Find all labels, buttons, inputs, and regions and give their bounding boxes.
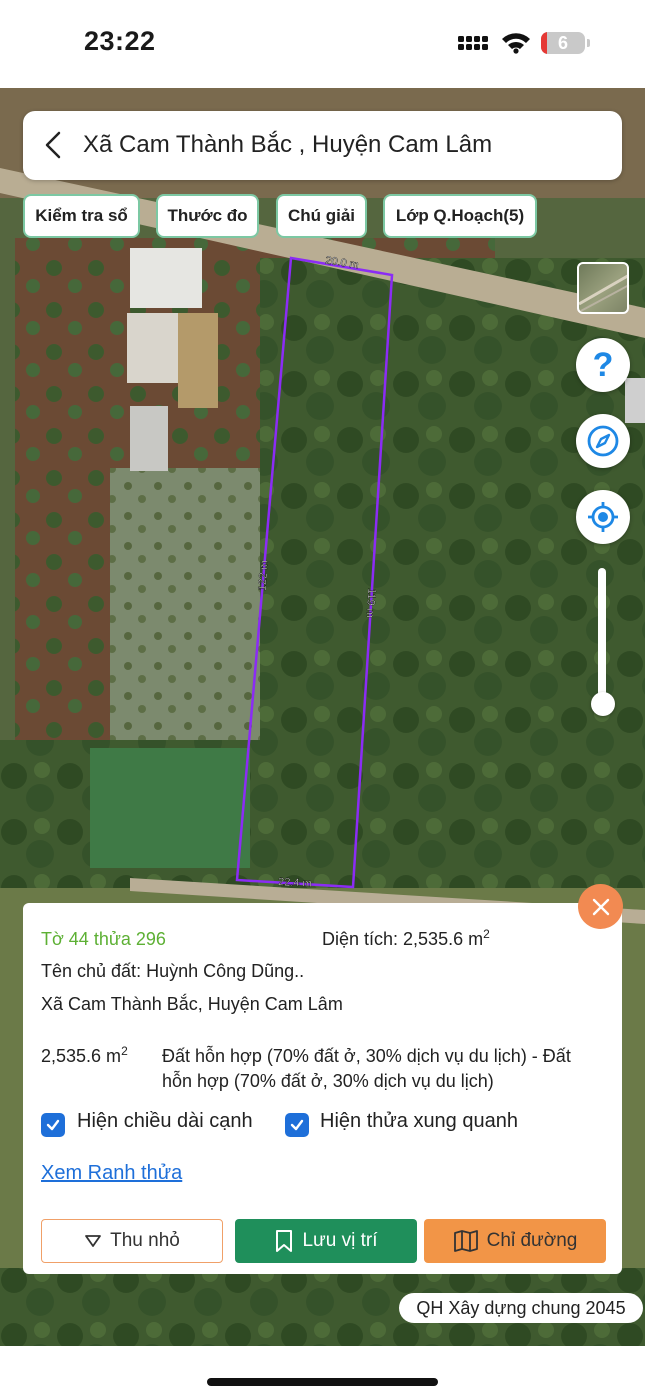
my-location-icon [588, 502, 618, 532]
close-icon [592, 898, 609, 915]
zoom-slider-handle[interactable] [591, 692, 615, 716]
check-title-chip[interactable]: Kiểm tra sổ [23, 194, 140, 238]
home-indicator[interactable] [207, 1378, 438, 1386]
my-location-button[interactable] [576, 490, 630, 544]
status-bar: 23:22 6 [0, 0, 645, 88]
ruler-chip[interactable]: Thước đo [156, 194, 259, 238]
minimize-label: Thu nhỏ [110, 1230, 180, 1251]
save-location-label: Lưu vị trí [302, 1230, 378, 1251]
directions-button[interactable]: Chỉ đường [424, 1219, 606, 1263]
cellular-signal-icon [458, 36, 488, 50]
planning-layer-chip[interactable]: Lớp Q.Hoạch(5) [383, 194, 537, 238]
checkmark-icon [46, 1119, 60, 1131]
help-button[interactable]: ? [576, 338, 630, 392]
show-edge-length-label[interactable]: Hiện chiều dài cạnh [77, 1110, 253, 1133]
parcel-title: Tờ 44 thửa 296 [41, 929, 166, 949]
show-neighbor-parcels-checkbox[interactable] [285, 1113, 309, 1137]
status-time: 23:22 [84, 26, 156, 56]
owner-name: Tên chủ đất: Huỳnh Công Dũng.. [41, 961, 305, 981]
close-card-button[interactable] [578, 884, 623, 929]
wifi-icon [502, 33, 530, 54]
edge-label-bottom: 22.4 m [278, 876, 312, 890]
land-use-area: 2,535.6 m2 [41, 1044, 128, 1066]
map-icon [453, 1230, 478, 1252]
battery-icon: 6 [541, 32, 585, 54]
edge-label-left: 122 m [257, 560, 271, 591]
parcel-location: Xã Cam Thành Bắc, Huyện Cam Lâm [41, 994, 343, 1014]
zoom-slider-track[interactable] [598, 568, 606, 706]
parcel-area: Diện tích: 2,535.6 m2 [322, 927, 490, 949]
save-location-button[interactable]: Lưu vị trí [235, 1219, 417, 1263]
bookmark-icon [276, 1230, 293, 1252]
help-icon: ? [592, 345, 614, 384]
minimize-button[interactable]: Thu nhỏ [41, 1219, 223, 1263]
address-bar[interactable]: Xã Cam Thành Bắc , Huyện Cam Lâm [23, 111, 622, 180]
directions-label: Chỉ đường [486, 1230, 578, 1251]
compass-icon [587, 425, 619, 457]
show-edge-length-checkbox[interactable] [41, 1113, 65, 1137]
edge-label-right: 119 m [363, 588, 377, 619]
compass-button[interactable] [576, 414, 630, 468]
land-use-description: Đất hỗn hợp (70% đất ở, 30% dịch vụ du l… [162, 1046, 571, 1091]
location-title: Xã Cam Thành Bắc , Huyện Cam Lâm [83, 131, 493, 158]
triangle-down-icon [85, 1235, 102, 1247]
parcel-info-card: Tờ 44 thửa 296 Diện tích: 2,535.6 m2 Tên… [23, 903, 622, 1274]
view-boundary-link[interactable]: Xem Ranh thửa [41, 1162, 182, 1185]
battery-level: 6 [557, 33, 568, 53]
chevron-left-icon[interactable] [37, 127, 73, 163]
map-layer-thumbnail[interactable] [577, 262, 629, 314]
planning-label[interactable]: QH Xây dựng chung 2045 [399, 1293, 643, 1323]
checkmark-icon [290, 1119, 304, 1131]
legend-chip[interactable]: Chú giải [276, 194, 367, 238]
show-neighbor-parcels-label[interactable]: Hiện thửa xung quanh [320, 1110, 518, 1133]
